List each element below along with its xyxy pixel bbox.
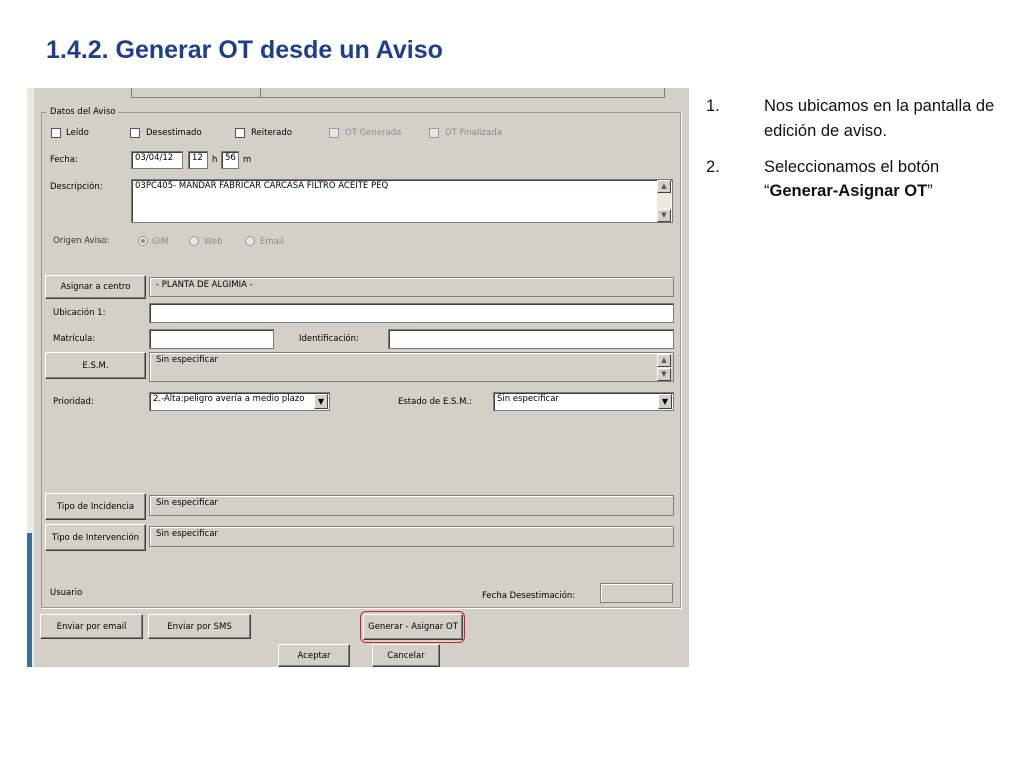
scroll-up-icon[interactable]: ▲ — [657, 180, 671, 193]
reiterado-label: Reiterado — [251, 128, 292, 138]
descripcion-textarea[interactable]: 03PC405- MANDAR FABRICAR CARCASA FILTRO … — [131, 179, 673, 223]
asignar-centro-button[interactable]: Asignar a centro — [45, 275, 146, 299]
tipo-intervencion-button[interactable]: Tipo de Intervención — [45, 524, 146, 551]
fecha-minute-field[interactable]: 56 — [221, 151, 239, 169]
highlight-circle — [360, 611, 465, 643]
fecha-desestimacion-field — [600, 583, 673, 603]
desestimado-label: Desestimado — [146, 128, 202, 138]
ubicacion-field[interactable] — [149, 303, 674, 323]
chevron-down-icon[interactable]: ▼ — [314, 394, 328, 409]
step-1: 1. Nos ubicamos en la pantalla de edició… — [706, 94, 1006, 144]
origen-gim-label: GIM — [152, 237, 169, 247]
origen-gim-radio — [138, 236, 148, 246]
step-2: 2. Seleccionamos el botón “Generar-Asign… — [706, 155, 1006, 205]
minute-unit-label: m — [243, 155, 252, 165]
chevron-down-icon[interactable]: ▼ — [658, 394, 672, 409]
prioridad-label: Prioridad: — [53, 397, 94, 407]
fecha-date-field[interactable]: 03/04/12 — [131, 151, 183, 169]
divider — [260, 88, 261, 97]
centro-value: - PLANTA DE ALGIMIA - — [149, 277, 674, 297]
origen-web-label: Web — [204, 237, 223, 247]
tipo-intervencion-value: Sin especificar — [149, 526, 674, 547]
fecha-desestimacion-label: Fecha Desestimación: — [482, 591, 576, 601]
fecha-label: Fecha: — [50, 155, 78, 165]
steps-list: 1. Nos ubicamos en la pantalla de edició… — [706, 94, 1006, 215]
esm-button[interactable]: E.S.M. — [45, 352, 146, 379]
leido-label: Leído — [66, 128, 89, 138]
reiterado-checkbox[interactable] — [235, 128, 245, 138]
step-text: Nos ubicamos en la pantalla de edición d… — [764, 97, 995, 140]
ubicacion-label: Ubicación 1: — [53, 308, 106, 318]
usuario-label: Usuario — [50, 588, 83, 598]
estado-esm-label: Estado de E.S.M.: — [398, 397, 473, 407]
descripcion-value: 03PC405- MANDAR FABRICAR CARCASA FILTRO … — [135, 181, 389, 191]
estado-esm-select[interactable]: Sin especificar ▼ — [493, 392, 674, 411]
cancelar-button[interactable]: Cancelar — [372, 644, 440, 667]
ot-finalizada-label: OT Finalizada — [445, 128, 502, 138]
tipo-incidencia-value: Sin especificar — [149, 495, 674, 516]
top-panel-remnant — [131, 88, 665, 98]
window-blue-strip — [27, 533, 32, 667]
origen-email-radio — [245, 236, 255, 246]
descripcion-label: Descripción: — [50, 182, 103, 192]
esm-scrollbar[interactable]: ▲ ▼ — [657, 354, 671, 381]
aceptar-button[interactable]: Aceptar — [278, 644, 350, 667]
descripcion-scrollbar[interactable]: ▲ ▼ — [657, 180, 671, 222]
identificacion-label: Identificación: — [299, 334, 359, 344]
step-text-post: ” — [927, 182, 933, 201]
slide-title: 1.4.2. Generar OT desde un Aviso — [46, 36, 443, 64]
ot-finalizada-checkbox — [429, 128, 439, 138]
step-text-bold: Generar-Asignar OT — [769, 182, 928, 201]
scroll-down-icon[interactable]: ▼ — [657, 368, 671, 381]
scroll-up-icon[interactable]: ▲ — [657, 354, 671, 367]
identificacion-field[interactable] — [388, 329, 674, 349]
prioridad-select[interactable]: 2.-Alta:peligro avería a medio plazo ▼ — [149, 392, 330, 411]
step-number: 2. — [706, 157, 720, 176]
enviar-email-button[interactable]: Enviar por email — [40, 614, 143, 639]
estado-esm-value: Sin especificar — [497, 394, 559, 404]
step-text: Seleccionamos el botón “Generar-Asignar … — [764, 155, 1006, 205]
fecha-hour-field[interactable]: 12 — [188, 151, 208, 169]
matricula-label: Matrícula: — [53, 334, 96, 344]
prioridad-value: 2.-Alta:peligro avería a medio plazo — [153, 394, 305, 404]
ot-generada-checkbox — [329, 128, 339, 138]
group-legend: Datos del Aviso — [47, 107, 119, 117]
matricula-field[interactable] — [149, 329, 274, 349]
leido-checkbox[interactable] — [51, 128, 61, 138]
scroll-down-icon[interactable]: ▼ — [657, 209, 671, 222]
origen-web-radio — [189, 236, 199, 246]
aviso-edit-window: Datos del Aviso Leído Desestimado Reiter… — [27, 88, 689, 667]
enviar-sms-button[interactable]: Enviar por SMS — [148, 614, 251, 639]
step-number: 1. — [706, 97, 720, 115]
desestimado-checkbox[interactable] — [130, 128, 140, 138]
ot-generada-label: OT Generada — [345, 128, 402, 138]
origen-email-label: Email — [260, 237, 284, 247]
tipo-incidencia-button[interactable]: Tipo de Incidencia — [45, 493, 146, 520]
esm-value: Sin especificar — [149, 352, 674, 382]
origen-label: Origen Aviso: — [53, 236, 110, 246]
hour-unit-label: h — [212, 155, 218, 165]
